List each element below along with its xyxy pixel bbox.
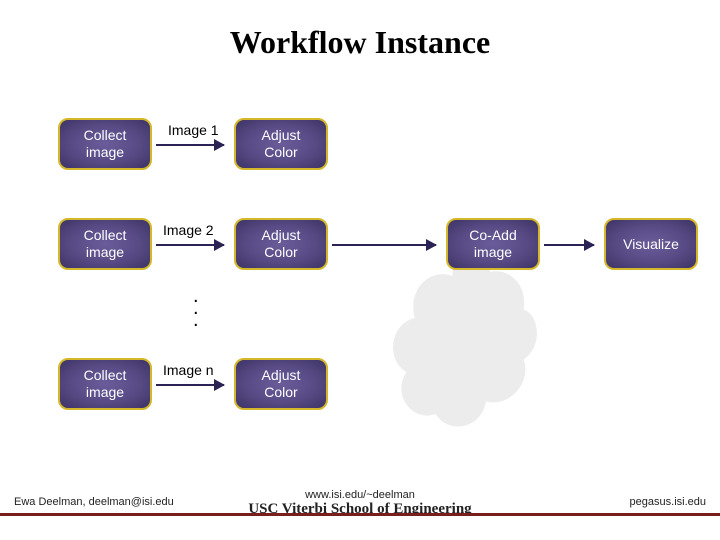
label-image-n: Image n: [163, 362, 214, 378]
node-adjust-1: Adjust Color: [234, 118, 328, 170]
arrow-to-viz: [544, 244, 594, 246]
node-coadd: Co-Add image: [446, 218, 540, 270]
arrow-n: [156, 384, 224, 386]
node-collect-n: Collect image: [58, 358, 152, 410]
node-visualize: Visualize: [604, 218, 698, 270]
node-adjust-2: Adjust Color: [234, 218, 328, 270]
slide-title: Workflow Instance: [0, 24, 720, 61]
node-collect-1: Collect image: [58, 118, 152, 170]
label-image-1: Image 1: [168, 122, 219, 138]
node-collect-2: Collect image: [58, 218, 152, 270]
slide: Workflow Instance Collect image Image 1 …: [0, 0, 720, 540]
ellipsis-dots: ...: [193, 290, 199, 326]
footer-url: www.isi.edu/~deelman: [305, 489, 415, 501]
label-image-2: Image 2: [163, 222, 214, 238]
node-adjust-n: Adjust Color: [234, 358, 328, 410]
footer-site: pegasus.isi.edu: [630, 496, 706, 508]
footer-divider: [0, 513, 720, 516]
arrow-to-coadd: [332, 244, 436, 246]
arrow-1: [156, 144, 224, 146]
arrow-2: [156, 244, 224, 246]
